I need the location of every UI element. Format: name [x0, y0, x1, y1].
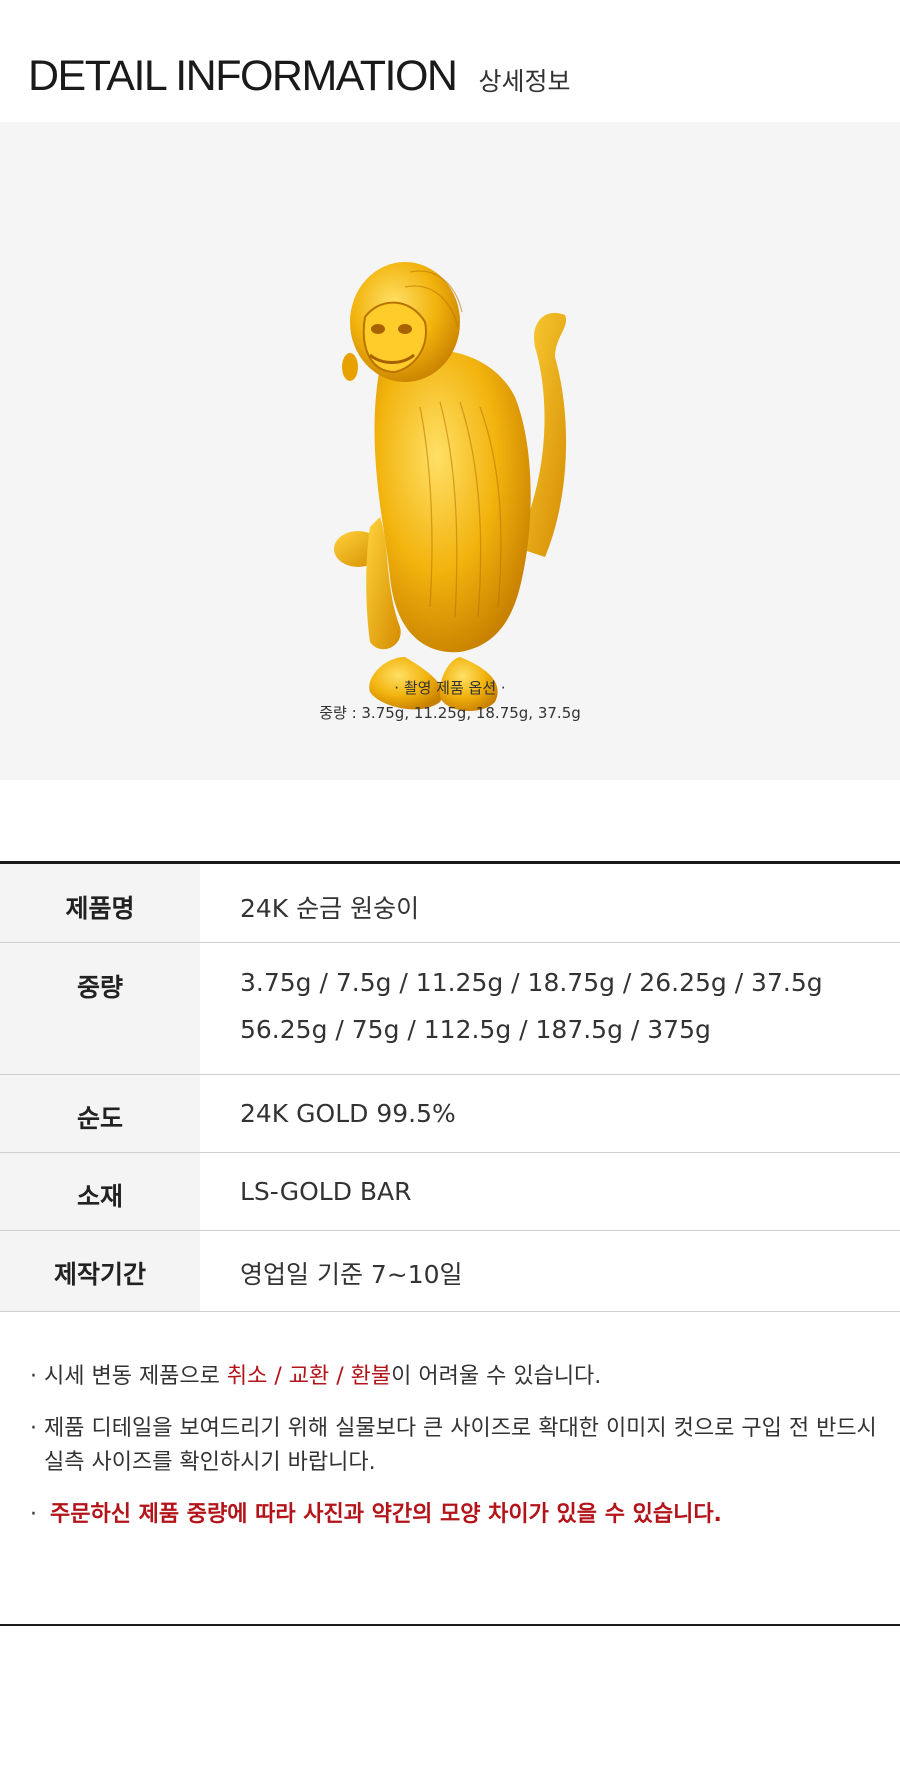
spec-value: 3.75g / 7.5g / 11.25g / 18.75g / 26.25g …	[200, 943, 900, 1074]
product-photo-panel: · 촬영 제품 옵션 · 중량 : 3.75g, 11.25g, 18.75g,…	[0, 122, 900, 780]
notice-list: · 시세 변동 제품으로 취소 / 교환 / 환불이 어려울 수 있습니다. ·…	[30, 1360, 880, 1550]
spec-key: 소재	[0, 1153, 200, 1230]
notice-text-part: 시세 변동 제품으로	[44, 1364, 227, 1389]
spec-row-purity: 순도 24K GOLD 99.5%	[0, 1075, 900, 1153]
spec-value: 24K GOLD 99.5%	[240, 1099, 456, 1128]
spec-key: 중량	[0, 943, 200, 1074]
notice-text-part: 이 어려울 수 있습니다.	[391, 1364, 602, 1389]
spec-value-line: 56.25g / 75g / 112.5g / 187.5g / 375g	[240, 1015, 711, 1044]
gold-monkey-figurine-image	[334, 262, 567, 712]
section-header: DETAIL INFORMATION 상세정보	[28, 52, 571, 101]
page-title: DETAIL INFORMATION	[28, 52, 458, 100]
notice-item-price-volatility: · 시세 변동 제품으로 취소 / 교환 / 환불이 어려울 수 있습니다.	[30, 1360, 880, 1394]
spec-value-line: 3.75g / 7.5g / 11.25g / 18.75g / 26.25g …	[240, 968, 823, 997]
notice-text-line: 제품 디테일을 보여드리기 위해 실물보다 큰 사이즈로 확대한 이미지 컷으로…	[44, 1416, 877, 1441]
spec-key: 순도	[0, 1075, 200, 1152]
notice-item-shape-difference: · 주문하신 제품 중량에 따라 사진과 약간의 모양 차이가 있을 수 있습니…	[30, 1498, 880, 1532]
spec-key: 제작기간	[0, 1231, 200, 1311]
spec-value: 24K 순금 원숭이	[240, 894, 420, 923]
notice-text: 제품 디테일을 보여드리기 위해 실물보다 큰 사이즈로 확대한 이미지 컷으로…	[44, 1412, 877, 1480]
bullet: ·	[30, 1364, 37, 1389]
bottom-divider	[0, 1624, 900, 1626]
spec-row-material: 소재 LS-GOLD BAR	[0, 1153, 900, 1231]
page-subtitle: 상세정보	[478, 67, 571, 96]
spec-value: 영업일 기준 7~10일	[240, 1260, 463, 1289]
spec-row-product-name: 제품명 24K 순금 원숭이	[0, 864, 900, 943]
spec-key: 제품명	[0, 864, 200, 942]
spec-row-weight: 중량 3.75g / 7.5g / 11.25g / 18.75g / 26.2…	[0, 943, 900, 1075]
notice-text-line: 실측 사이즈를 확인하시기 바랍니다.	[44, 1450, 376, 1475]
photo-caption-weights: 중량 : 3.75g, 11.25g, 18.75g, 37.5g	[319, 704, 581, 722]
bullet: ·	[30, 1416, 37, 1441]
spec-value: LS-GOLD BAR	[240, 1177, 412, 1206]
notice-item-image-size: · 제품 디테일을 보여드리기 위해 실물보다 큰 사이즈로 확대한 이미지 컷…	[30, 1412, 880, 1480]
photo-caption-title: · 촬영 제품 옵션 ·	[394, 679, 506, 697]
spec-table: 제품명 24K 순금 원숭이 중량 3.75g / 7.5g / 11.25g …	[0, 861, 900, 1312]
spec-row-production-time: 제작기간 영업일 기준 7~10일	[0, 1231, 900, 1312]
bullet: ·	[30, 1502, 37, 1527]
notice-highlight: 취소 / 교환 / 환불	[226, 1364, 392, 1389]
notice-text: 시세 변동 제품으로 취소 / 교환 / 환불이 어려울 수 있습니다.	[44, 1360, 601, 1394]
notice-warning-text: 주문하신 제품 중량에 따라 사진과 약간의 모양 차이가 있을 수 있습니다.	[50, 1502, 722, 1527]
